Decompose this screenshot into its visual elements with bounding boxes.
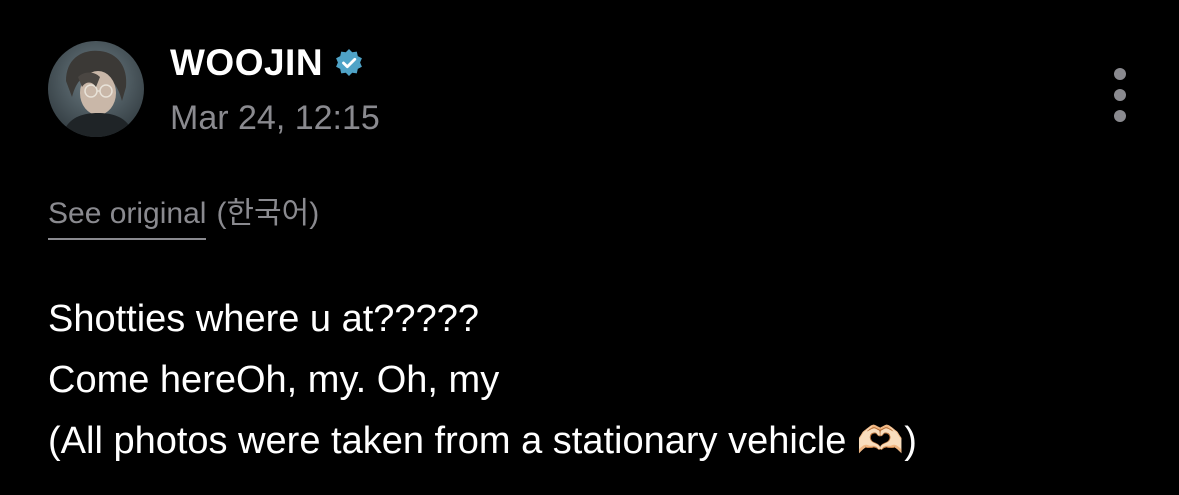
translation-info: See original (한국어) bbox=[48, 192, 319, 240]
original-language-label: (한국어) bbox=[216, 197, 320, 230]
author-name[interactable]: WOOJIN bbox=[170, 40, 323, 86]
verified-badge-icon bbox=[333, 47, 365, 79]
post-text-line: Shotties where u at????? bbox=[48, 298, 479, 340]
avatar-image bbox=[48, 41, 144, 137]
more-options-button[interactable] bbox=[1102, 64, 1138, 130]
author-row: WOOJIN bbox=[170, 40, 365, 86]
avatar[interactable] bbox=[48, 41, 144, 137]
see-original-link[interactable]: See original bbox=[48, 192, 207, 240]
post-card: WOOJIN Mar 24, 12:15 See original (한국어) … bbox=[0, 0, 1179, 495]
post-timestamp: Mar 24, 12:15 bbox=[170, 99, 380, 137]
more-vertical-icon bbox=[1114, 68, 1126, 122]
post-text-line: Come hereOh, my. Oh, my bbox=[48, 359, 500, 401]
post-body: Shotties where u at????? Come hereOh, my… bbox=[48, 289, 1158, 472]
post-text-line: (All photos were taken from a stationary… bbox=[48, 420, 917, 462]
